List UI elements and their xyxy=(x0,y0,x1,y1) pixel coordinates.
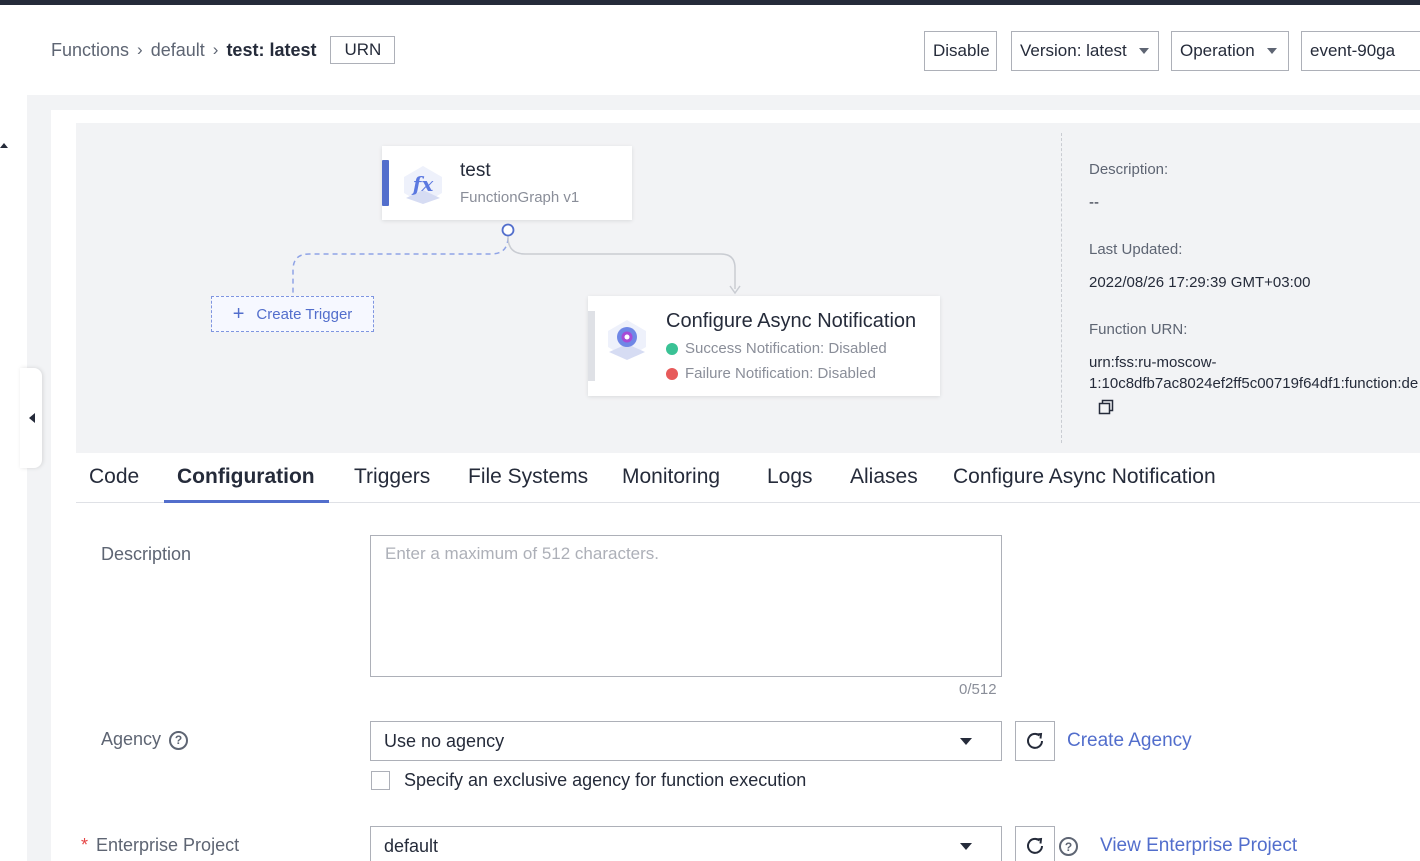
help-icon[interactable]: ? xyxy=(169,730,189,750)
agency-select-value: Use no agency xyxy=(384,730,505,751)
agency-label: Agency? xyxy=(101,729,189,750)
tab-configuration[interactable]: Configuration xyxy=(177,465,315,501)
success-notification-status: Success Notification: Disabled xyxy=(666,340,887,357)
help-icon[interactable]: ? xyxy=(1059,837,1078,856)
tab-monitoring[interactable]: Monitoring xyxy=(622,465,720,501)
svg-text:fx: fx xyxy=(411,172,435,196)
test-event-label: event-90ga xyxy=(1310,41,1396,60)
chevron-down-icon xyxy=(960,842,972,850)
agency-select[interactable]: Use no agency xyxy=(370,721,1002,761)
status-dot-icon xyxy=(666,367,678,380)
function-card-accent xyxy=(382,160,389,206)
breadcrumb-separator: › xyxy=(212,40,219,59)
function-name: test xyxy=(460,160,491,181)
exclusive-agency-checkbox[interactable] xyxy=(371,771,390,790)
refresh-icon xyxy=(1027,732,1043,749)
required-marker: * xyxy=(81,835,89,855)
function-card[interactable]: fx test FunctionGraph v1 xyxy=(382,146,632,220)
breadcrumb: Functions › default › test: latest URN xyxy=(51,36,396,64)
enterprise-project-label-text: Enterprise Project xyxy=(96,835,240,855)
function-runtime: FunctionGraph v1 xyxy=(460,189,580,206)
create-agency-link[interactable]: Create Agency xyxy=(1067,730,1192,752)
page-header: Functions › default › test: latest URN D… xyxy=(27,5,1420,95)
chevron-down-icon xyxy=(960,737,972,745)
details-divider xyxy=(1061,133,1062,443)
connector-node-icon xyxy=(501,223,515,237)
sidebar-collapse-toggle[interactable] xyxy=(20,368,42,468)
exclusive-agency-label: Specify an exclusive agency for function… xyxy=(404,770,807,790)
chevron-down-icon xyxy=(1138,48,1149,54)
breadcrumb-functions[interactable]: Functions xyxy=(51,40,129,61)
last-updated-label: Last Updated: xyxy=(1089,241,1183,258)
enterprise-project-label: * Enterprise Project xyxy=(81,835,239,856)
description-placeholder: Enter a maximum of 512 characters. xyxy=(385,544,660,563)
disable-button[interactable]: Disable xyxy=(924,31,997,71)
view-enterprise-project-link[interactable]: View Enterprise Project xyxy=(1100,835,1297,857)
tab-triggers[interactable]: Triggers xyxy=(354,465,430,501)
active-tab-indicator xyxy=(164,500,329,503)
refresh-icon xyxy=(1027,837,1043,854)
function-urn-line1: urn:fss:ru-moscow- xyxy=(1089,354,1217,371)
tab-code[interactable]: Code xyxy=(89,465,139,501)
failure-notification-status: Failure Notification: Disabled xyxy=(666,365,876,382)
description-meta-value: -- xyxy=(1089,194,1099,211)
async-notification-icon xyxy=(608,320,646,360)
last-updated-value: 2022/08/26 17:29:39 GMT+03:00 xyxy=(1089,274,1311,291)
failure-notification-text: Failure Notification: Disabled xyxy=(685,365,876,382)
function-flow-panel: fx test FunctionGraph v1 + Create Trigge… xyxy=(76,123,1420,453)
async-card-accent xyxy=(588,311,595,381)
enterprise-project-select[interactable]: default xyxy=(370,826,1002,861)
description-counter: 0/512 xyxy=(959,681,997,698)
exclusive-agency-option[interactable]: Specify an exclusive agency for function… xyxy=(371,770,806,791)
async-connector xyxy=(507,229,736,289)
tab-file-systems[interactable]: File Systems xyxy=(468,465,588,501)
chevron-down-icon xyxy=(1266,48,1277,54)
caret-up-icon[interactable] xyxy=(0,143,8,148)
test-event-select[interactable]: event-90ga xyxy=(1301,31,1420,71)
success-notification-text: Success Notification: Disabled xyxy=(685,340,887,357)
description-label: Description xyxy=(101,544,192,564)
async-notification-card[interactable]: Configure Async Notification Success Not… xyxy=(588,296,940,396)
breadcrumb-default[interactable]: default xyxy=(151,40,205,61)
create-trigger-label: Create Trigger xyxy=(256,305,353,323)
breadcrumb-current: test: latest xyxy=(226,39,317,60)
copy-icon[interactable] xyxy=(1098,399,1114,415)
function-urn-line2: 1:10c8dfb7ac8024ef2ff5c00719f64df1:funct… xyxy=(1089,375,1419,392)
tab-aliases[interactable]: Aliases xyxy=(850,465,918,501)
main-content: fx test FunctionGraph v1 + Create Trigge… xyxy=(51,110,1420,861)
description-textarea[interactable]: Enter a maximum of 512 characters. xyxy=(370,535,1002,677)
tab-configure-async-notification[interactable]: Configure Async Notification xyxy=(953,465,1216,501)
version-dropdown-label: Version: latest xyxy=(1020,41,1127,60)
agency-label-text: Agency xyxy=(101,729,162,749)
description-meta-label: Description: xyxy=(1089,161,1169,178)
breadcrumb-separator: › xyxy=(137,40,143,59)
enterprise-refresh-button[interactable] xyxy=(1015,826,1055,861)
function-tabs: Code Configuration Triggers File Systems… xyxy=(76,453,1420,503)
status-dot-icon xyxy=(666,342,678,355)
function-urn-label: Function URN: xyxy=(1089,321,1188,338)
tab-logs[interactable]: Logs xyxy=(767,465,813,501)
trigger-connector xyxy=(292,229,509,296)
agency-refresh-button[interactable] xyxy=(1015,721,1055,761)
version-dropdown[interactable]: Version: latest xyxy=(1011,31,1159,71)
plus-icon: + xyxy=(232,303,245,325)
create-trigger-button[interactable]: + Create Trigger xyxy=(211,296,374,332)
disable-button-label: Disable xyxy=(933,41,990,60)
async-card-title: Configure Async Notification xyxy=(666,310,917,332)
operation-dropdown[interactable]: Operation xyxy=(1171,31,1289,71)
urn-button[interactable]: URN xyxy=(330,36,396,64)
operation-dropdown-label: Operation xyxy=(1180,41,1255,60)
caret-left-icon xyxy=(29,413,35,423)
enterprise-project-value: default xyxy=(384,835,439,856)
function-fx-icon: fx xyxy=(404,166,442,204)
